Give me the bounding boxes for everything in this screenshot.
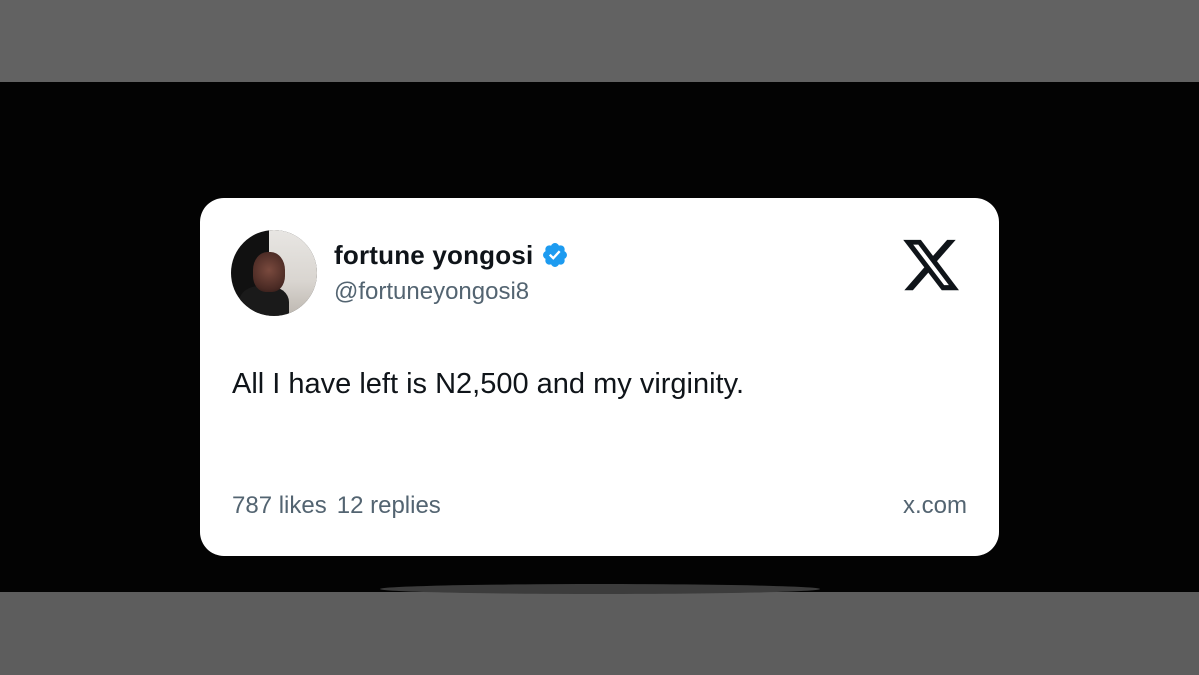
x-logo-icon[interactable]: [900, 234, 962, 296]
bottom-gray-band: [0, 592, 1199, 675]
author-name-row: fortune yongosi: [334, 238, 569, 272]
tweet-text: All I have left is N2,500 and my virgini…: [232, 368, 745, 400]
bottom-shadow-sliver: [380, 584, 820, 594]
author-handle[interactable]: @fortuneyongosi8: [334, 278, 529, 306]
replies-count[interactable]: 12 replies: [337, 492, 441, 520]
source-domain[interactable]: x.com: [903, 492, 967, 520]
likes-count[interactable]: 787 likes: [232, 492, 327, 520]
top-gray-band: [0, 0, 1199, 82]
avatar-face: [253, 252, 285, 292]
avatar[interactable]: [231, 230, 317, 316]
verified-badge-icon: [543, 243, 568, 267]
author-display-name[interactable]: fortune yongosi: [334, 240, 533, 271]
tweet-stats: 787 likes 12 replies: [232, 492, 441, 520]
tweet-card[interactable]: fortune yongosi @fortuneyongosi8 All I h…: [200, 198, 999, 556]
